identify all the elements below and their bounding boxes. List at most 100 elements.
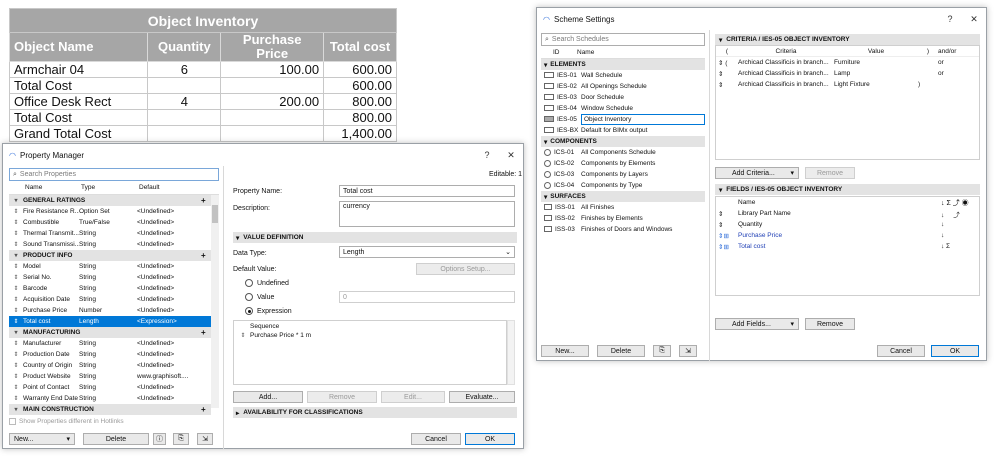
collapse-arrow-icon[interactable]: ▾: [9, 197, 23, 204]
schedule-row[interactable]: ICS-03 Components by Layers: [541, 169, 705, 180]
delete-schedule-button[interactable]: Delete: [597, 345, 645, 357]
drag-handle-icon[interactable]: ⇕: [9, 274, 23, 281]
help-button[interactable]: ?: [938, 14, 962, 24]
sort-icon[interactable]: ↓: [941, 232, 979, 239]
schedule-row[interactable]: ICS-04 Components by Type: [541, 180, 705, 191]
new-property-button[interactable]: New... ▾: [9, 433, 75, 445]
close-button[interactable]: ✕: [962, 14, 986, 25]
group-product-info[interactable]: ▾ PRODUCT INFO +: [9, 250, 211, 261]
add-criteria-button[interactable]: Add Criteria... ▾: [715, 167, 799, 179]
drag-handle-icon[interactable]: ⇕: [236, 332, 250, 339]
collapse-arrow-icon[interactable]: ▾: [544, 61, 547, 69]
schedule-row[interactable]: IES-04 Window Schedule: [541, 103, 705, 114]
drag-handle-icon[interactable]: ⇕: [9, 395, 23, 402]
property-link-icon[interactable]: ⇕⊞: [716, 232, 738, 240]
close-button[interactable]: ✕: [499, 150, 523, 161]
drag-handle-icon[interactable]: ⇕: [718, 82, 723, 89]
group-surfaces[interactable]: ▾ SURFACES: [541, 191, 705, 202]
property-row-selected[interactable]: ⇕ Total cost Length <Expression>: [9, 316, 211, 327]
panel-divider[interactable]: [709, 30, 710, 361]
expression-radio[interactable]: Expression: [245, 307, 292, 315]
remove-expression-button[interactable]: Remove: [307, 391, 377, 403]
property-row[interactable]: ⇕ Model String <Undefined>: [9, 261, 211, 272]
criteria-header[interactable]: ▾ CRITERIA / IES-05 OBJECT INVENTORY: [715, 34, 980, 45]
import-icon[interactable]: ⎘: [653, 345, 671, 357]
radio-circle[interactable]: [245, 307, 253, 315]
property-row[interactable]: ⇕ Acquisition Date String <Undefined>: [9, 294, 211, 305]
schedule-tree[interactable]: ▾ ELEMENTS IES-01 Wall Schedule IES-02 All …: [541, 59, 705, 235]
help-button[interactable]: ?: [475, 150, 499, 160]
property-row[interactable]: ⇕ Warranty End Date String <Undefined>: [9, 393, 211, 404]
property-row[interactable]: ⇕ Combustible True/False <Undefined>: [9, 217, 211, 228]
drag-handle-icon[interactable]: ⇕: [9, 384, 23, 391]
schedule-row[interactable]: IES-BX Default for BIMx output: [541, 125, 705, 136]
ok-button[interactable]: OK: [931, 345, 979, 357]
property-row[interactable]: ⇕ Barcode String <Undefined>: [9, 283, 211, 294]
collapse-arrow-icon[interactable]: ▾: [544, 193, 547, 201]
value-definition-header[interactable]: ▾ VALUE DEFINITION: [233, 232, 517, 243]
radio-circle[interactable]: [245, 293, 253, 301]
add-fields-button[interactable]: Add Fields... ▾: [715, 318, 799, 330]
drag-handle-icon[interactable]: ⇕: [9, 285, 23, 292]
cancel-button[interactable]: Cancel: [877, 345, 925, 357]
info-icon[interactable]: ⓘ: [153, 433, 166, 445]
property-link-icon[interactable]: ⇕⊞: [716, 243, 738, 251]
description-input[interactable]: currency: [339, 201, 515, 227]
schedule-row-selected[interactable]: IES-05 Object Inventory: [541, 114, 705, 125]
group-manufacturing[interactable]: ▾ MANUFACTURING +: [9, 327, 211, 338]
schedule-row[interactable]: ISS-02 Finishes by Elements: [541, 213, 705, 224]
group-main-construction[interactable]: ▾ MAIN CONSTRUCTION +: [9, 404, 211, 415]
add-property-icon[interactable]: +: [201, 251, 211, 260]
add-expression-button[interactable]: Add...: [233, 391, 303, 403]
drag-handle-icon[interactable]: ⇕: [9, 296, 23, 303]
group-general-ratings[interactable]: ▾ GENERAL RATINGS +: [9, 195, 211, 206]
field-row[interactable]: ⇕ Library Part Name ↓ ⤴: [716, 208, 979, 219]
group-components[interactable]: ▾ COMPONENTS: [541, 136, 705, 147]
property-list-scrollbar[interactable]: [211, 195, 219, 408]
delete-property-button[interactable]: Delete: [83, 433, 149, 445]
value-input[interactable]: 0: [339, 291, 515, 303]
availability-header[interactable]: ▸ AVAILABILITY FOR CLASSIFICATIONS: [233, 407, 517, 418]
fields-table[interactable]: Name ↓ Σ ⤴ ◉ ⇕ Library Part Name ↓ ⤴ ⇕ Q…: [715, 196, 980, 296]
property-row[interactable]: ⇕ Point of Contact String <Undefined>: [9, 382, 211, 393]
drag-handle-icon[interactable]: ⇕: [9, 362, 23, 369]
search-properties-input[interactable]: ⌕ Search Properties: [9, 168, 219, 181]
undefined-radio[interactable]: Undefined: [245, 279, 289, 287]
group-elements[interactable]: ▾ ELEMENTS: [541, 59, 705, 70]
criteria-row[interactable]: ⇕ Archicad Classificat... is in branch..…: [716, 79, 979, 90]
property-row[interactable]: ⇕ Country of Origin String <Undefined>: [9, 360, 211, 371]
schedule-row[interactable]: IES-01 Wall Schedule: [541, 70, 705, 81]
collapse-arrow-icon[interactable]: ▾: [9, 406, 23, 413]
drag-handle-icon[interactable]: ⇕: [718, 71, 723, 78]
cancel-button[interactable]: Cancel: [411, 433, 461, 445]
import-icon[interactable]: ⎘: [173, 433, 189, 445]
value-radio[interactable]: Value: [245, 293, 274, 301]
field-row[interactable]: ⇕ Quantity ↓: [716, 219, 979, 230]
drag-handle-icon[interactable]: ⇕: [9, 219, 23, 226]
drag-handle-icon[interactable]: ⇕: [9, 208, 23, 215]
evaluate-button[interactable]: Evaluate...: [449, 391, 515, 403]
property-row[interactable]: ⇕ Product Website String www.graphisoft....: [9, 371, 211, 382]
property-row[interactable]: ⇕ Thermal Transmit... String <Undefined>: [9, 228, 211, 239]
property-name-input[interactable]: Total cost: [339, 185, 515, 197]
remove-criteria-button[interactable]: Remove: [805, 167, 855, 179]
property-row[interactable]: ⇕ Sound Transmissi... String <Undefined>: [9, 239, 211, 250]
export-icon[interactable]: ⇲: [197, 433, 213, 445]
schedule-row[interactable]: ICS-01 All Components Schedule: [541, 147, 705, 158]
drag-handle-icon[interactable]: ⇕: [9, 241, 23, 248]
data-type-select[interactable]: Length ⌄: [339, 246, 515, 258]
schedule-row[interactable]: IES-03 Door Schedule: [541, 92, 705, 103]
sequence-scrollbar[interactable]: [507, 320, 515, 385]
drag-handle-icon[interactable]: ⇕: [718, 60, 723, 67]
expression-sequence-list[interactable]: Sequence ⇕ Purchase Price * 1 m: [233, 320, 507, 385]
radio-circle[interactable]: [245, 279, 253, 287]
drag-handle-icon[interactable]: ⇕: [9, 340, 23, 347]
schedule-row[interactable]: ISS-03 Finishes of Doors and Windows: [541, 224, 705, 235]
schedule-row[interactable]: ICS-02 Components by Elements: [541, 158, 705, 169]
drag-handle-icon[interactable]: ⇕: [9, 263, 23, 270]
criteria-table[interactable]: ( Criteria Value ) and/or ⇕ ( Archicad C…: [715, 45, 980, 160]
criteria-row[interactable]: ⇕ Archicad Classificat... is in branch..…: [716, 68, 979, 79]
panel-divider[interactable]: [223, 166, 224, 449]
drag-handle-icon[interactable]: ⇕: [9, 230, 23, 237]
property-row[interactable]: ⇕ Purchase Price Number <Undefined>: [9, 305, 211, 316]
